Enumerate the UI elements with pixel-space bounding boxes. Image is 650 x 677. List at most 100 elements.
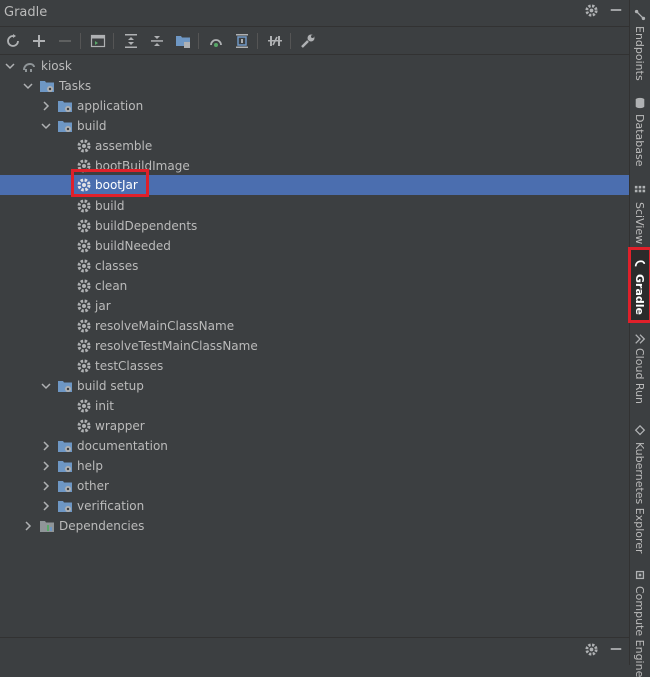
tree-task-resolvetestmainclassname[interactable]: resolveTestMainClassName xyxy=(0,336,629,356)
grid-icon xyxy=(633,184,647,198)
task-label: resolveTestMainClassName xyxy=(95,339,258,353)
chevron-down-icon[interactable] xyxy=(40,116,52,136)
offline-mode-icon[interactable] xyxy=(206,31,226,51)
task-label: testClasses xyxy=(95,359,164,373)
gradle-elephant-icon xyxy=(21,58,37,74)
task-folder-icon xyxy=(57,478,73,494)
minimize-icon[interactable] xyxy=(607,642,625,660)
tree-group-build-setup[interactable]: build setup xyxy=(0,376,629,396)
tree-task-buildneeded[interactable]: buildNeeded xyxy=(0,236,629,256)
side-tab-cloud-run[interactable]: Cloud Run xyxy=(630,328,650,408)
task-label: clean xyxy=(95,279,128,293)
tool-window-title: Gradle xyxy=(4,5,48,20)
tool-window-header: Gradle xyxy=(0,0,629,27)
right-tool-strip: Endpoints Database SciView Gradle Cloud … xyxy=(628,0,650,677)
tree-task-init[interactable]: init xyxy=(0,396,629,416)
chevron-right-icon[interactable] xyxy=(22,516,34,536)
tree-task-wrapper[interactable]: wrapper xyxy=(0,416,629,436)
gear-icon xyxy=(76,258,92,274)
reload-all-icon[interactable] xyxy=(3,31,23,51)
task-folder-icon xyxy=(57,438,73,454)
tree-task-testclasses[interactable]: testClasses xyxy=(0,356,629,376)
task-label: init xyxy=(95,399,114,413)
gear-icon xyxy=(76,198,92,214)
settings-wrench-icon[interactable] xyxy=(298,31,318,51)
tree-task-clean[interactable]: clean xyxy=(0,276,629,296)
dependencies-icon xyxy=(39,518,55,534)
side-tab-label: Kubernetes Explorer xyxy=(633,442,646,554)
task-folder-icon xyxy=(39,78,55,94)
gradle-toolbar xyxy=(0,27,629,55)
minimize-icon[interactable] xyxy=(607,3,625,21)
group-modules-icon[interactable] xyxy=(173,31,193,51)
run-task-icon[interactable] xyxy=(88,31,108,51)
tree-item-dependencies[interactable]: Dependencies xyxy=(0,516,629,536)
tree-task-assemble[interactable]: assemble xyxy=(0,136,629,156)
add-icon[interactable] xyxy=(29,31,49,51)
tree-group-build[interactable]: build xyxy=(0,116,629,136)
tree-group-documentation[interactable]: documentation xyxy=(0,436,629,456)
chevron-right-icon[interactable] xyxy=(40,496,52,516)
task-folder-icon xyxy=(57,118,73,134)
bottom-bar xyxy=(0,637,629,666)
gear-icon xyxy=(76,218,92,234)
gear-icon xyxy=(76,298,92,314)
task-label: resolveMainClassName xyxy=(95,319,235,333)
group-label: verification xyxy=(77,499,145,513)
chevron-down-icon[interactable] xyxy=(22,76,34,96)
tree-task-resolvemainclassname[interactable]: resolveMainClassName xyxy=(0,316,629,336)
chevron-down-icon[interactable] xyxy=(4,56,16,76)
tree-task-classes[interactable]: classes xyxy=(0,256,629,276)
collapse-all-icon[interactable] xyxy=(147,31,167,51)
highlight-box-gradle-tab xyxy=(628,247,650,323)
settings-gear-icon[interactable] xyxy=(582,642,600,660)
task-folder-icon xyxy=(57,458,73,474)
gear-icon xyxy=(76,338,92,354)
tree-item-tasks[interactable]: Tasks xyxy=(0,76,629,96)
group-label: help xyxy=(77,459,103,473)
chevron-double-right-icon xyxy=(633,332,647,346)
gear-icon xyxy=(76,398,92,414)
task-label: assemble xyxy=(95,139,153,153)
tree-task-jar[interactable]: jar xyxy=(0,296,629,316)
side-tab-label: Endpoints xyxy=(633,26,646,81)
side-tab-kubernetes-explorer[interactable]: Kubernetes Explorer xyxy=(630,422,650,562)
tree-group-help[interactable]: help xyxy=(0,456,629,476)
side-tab-compute-engine[interactable]: Compute Engine xyxy=(630,566,650,677)
chevron-right-icon[interactable] xyxy=(40,456,52,476)
settings-gear-icon[interactable] xyxy=(582,3,600,21)
tree-group-application[interactable]: application xyxy=(0,96,629,116)
chevron-right-icon[interactable] xyxy=(40,476,52,496)
side-tab-label: Compute Engine xyxy=(633,586,646,677)
toolbar-separator xyxy=(257,33,258,49)
gear-icon xyxy=(76,418,92,434)
gear-icon xyxy=(76,138,92,154)
tree-item-project[interactable]: kiosk xyxy=(0,56,629,76)
toggle-offline-icon[interactable] xyxy=(265,31,285,51)
task-folder-icon xyxy=(57,498,73,514)
toolbar-separator xyxy=(198,33,199,49)
side-tab-sciview[interactable]: SciView xyxy=(630,180,650,244)
tree-group-other[interactable]: other xyxy=(0,476,629,496)
remove-icon[interactable] xyxy=(55,31,75,51)
task-folder-icon xyxy=(57,378,73,394)
chevron-down-icon[interactable] xyxy=(40,376,52,396)
tree-group-verification[interactable]: verification xyxy=(0,496,629,516)
task-label: buildDependents xyxy=(95,219,198,233)
chevron-right-icon[interactable] xyxy=(40,96,52,116)
side-tab-endpoints[interactable]: Endpoints xyxy=(630,4,650,84)
side-tab-label: Cloud Run xyxy=(633,348,646,405)
side-tab-database[interactable]: Database xyxy=(630,92,650,172)
gear-icon xyxy=(76,318,92,334)
analyze-dependencies-icon[interactable] xyxy=(232,31,252,51)
gradle-tool-window: Gradle kiosk Tasks application build ass… xyxy=(0,0,629,666)
tree-task-build[interactable]: build xyxy=(0,196,629,216)
gear-icon xyxy=(76,358,92,374)
expand-all-icon[interactable] xyxy=(121,31,141,51)
tasks-label: Tasks xyxy=(59,79,92,93)
toolbar-separator xyxy=(80,33,81,49)
tree-task-builddependents[interactable]: buildDependents xyxy=(0,216,629,236)
side-tab-label: Database xyxy=(633,114,646,167)
group-label: build setup xyxy=(77,379,144,393)
chevron-right-icon[interactable] xyxy=(40,436,52,456)
